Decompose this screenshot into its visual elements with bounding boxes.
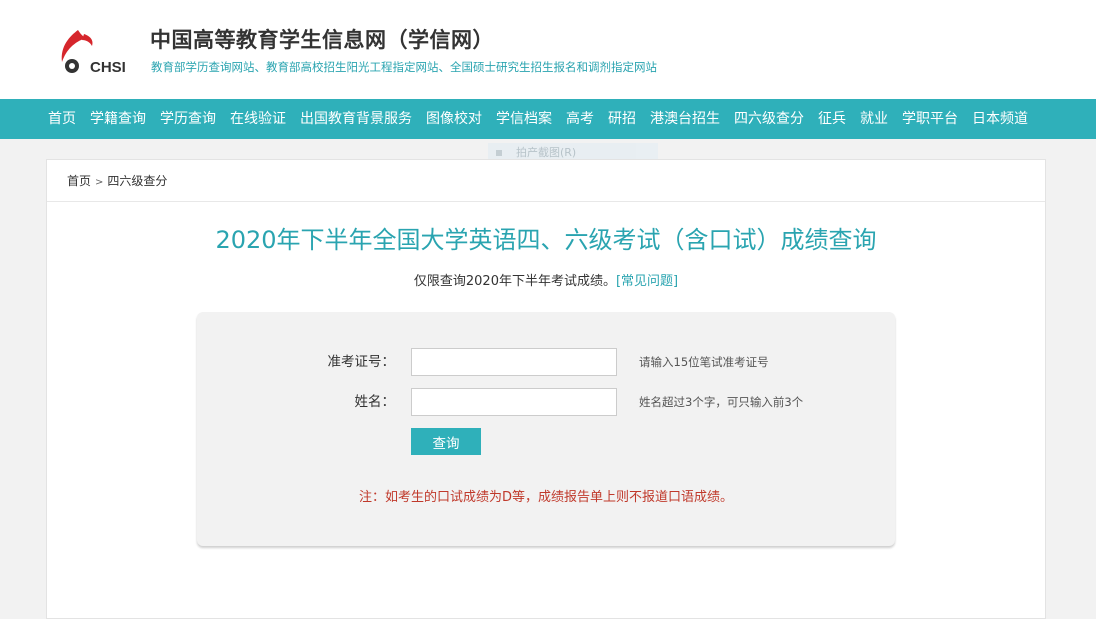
- nav-item[interactable]: 出国教育背景服务: [293, 99, 419, 139]
- context-menu-label: 拍产截图(R): [516, 146, 577, 159]
- logo-text: CHSI: [90, 59, 126, 76]
- nav-item[interactable]: 港澳台招生: [643, 99, 727, 139]
- breadcrumb-current: 四六级查分: [107, 174, 168, 188]
- main-nav: 首页 学籍查询 学历查询 在线验证 出国教育背景服务 图像校对 学信档案 高考 研招 港澳台招生四…: [0, 99, 1096, 139]
- nav-item[interactable]: 学信档案: [489, 99, 559, 139]
- chsi-logo[interactable]: CHSI: [56, 28, 136, 78]
- faq-link[interactable]: [常见问题]: [616, 274, 678, 289]
- nav-item[interactable]: 学籍查询: [83, 99, 153, 139]
- breadcrumb-home[interactable]: 首页: [67, 174, 91, 188]
- exam-id-label: 准考证号：: [327, 354, 396, 370]
- content-panel: 首页 > 四六级查分 2020年下半年全国大学英语四、六级考试（含口试）成绩查询 仅…: [46, 159, 1046, 619]
- breadcrumb: 首页 > 四六级查分: [47, 160, 1045, 202]
- name-input[interactable]: [411, 388, 617, 416]
- exam-id-row: 准考证号： 请输入15位笔试准考证号: [197, 348, 895, 376]
- site-title: 中国高等教育学生信息网（学信网）: [150, 28, 494, 52]
- notice-text: 仅限查询2020年下半年考试成绩。: [413, 274, 616, 289]
- nav-item[interactable]: 征兵: [811, 99, 853, 139]
- nav-item[interactable]: 首页: [41, 99, 83, 139]
- name-hint: 姓名超过3个字，可只输入前3个: [639, 395, 804, 409]
- notice: 仅限查询2020年下半年考试成绩。[常见问题]: [47, 270, 1045, 289]
- oral-exam-note: 注：如考生的口试成绩为D等，成绩报告单上则不报道口语成绩。: [358, 490, 733, 505]
- nav-list: 首页 学籍查询 学历查询 在线验证 出国教育背景服务 图像校对 学信档案 高考 研招 港澳台招生四…: [0, 99, 1096, 139]
- nav-item[interactable]: 学职平台: [895, 99, 965, 139]
- nav-item[interactable]: 四六级查分: [727, 99, 811, 139]
- name-label: 姓名：: [354, 394, 396, 410]
- nav-item[interactable]: 日本频道: [965, 99, 1035, 139]
- menu-item-icon: [496, 150, 502, 156]
- nav-item[interactable]: 就业: [853, 99, 895, 139]
- exam-id-input[interactable]: [411, 348, 617, 376]
- nav-item[interactable]: 图像校对: [419, 99, 489, 139]
- query-button[interactable]: 查询: [411, 428, 481, 455]
- page-title: 2020年下半年全国大学英语四、六级考试（含口试）成绩查询: [215, 226, 877, 254]
- exam-id-hint: 请输入15位笔试准考证号: [639, 355, 769, 369]
- site-header: CHSI 中国高等教育学生信息网（学信网） 教育部学历查询网站、教育部高校招生阳…: [0, 0, 1096, 99]
- breadcrumb-separator: >: [95, 177, 104, 188]
- query-form: 准考证号： 请输入15位笔试准考证号 姓名： 姓名超过3个字，可只输入前3个 查…: [197, 312, 895, 546]
- nav-item[interactable]: 在线验证: [223, 99, 293, 139]
- nav-item[interactable]: 学历查询: [153, 99, 223, 139]
- name-row: 姓名： 姓名超过3个字，可只输入前3个: [197, 388, 895, 416]
- nav-item[interactable]: 高考: [559, 99, 601, 139]
- site-subtitle: 教育部学历查询网站、教育部高校招生阳光工程指定网站、全国硕士研究生招生报名和调剂…: [151, 60, 657, 74]
- nav-item[interactable]: 研招: [601, 99, 643, 139]
